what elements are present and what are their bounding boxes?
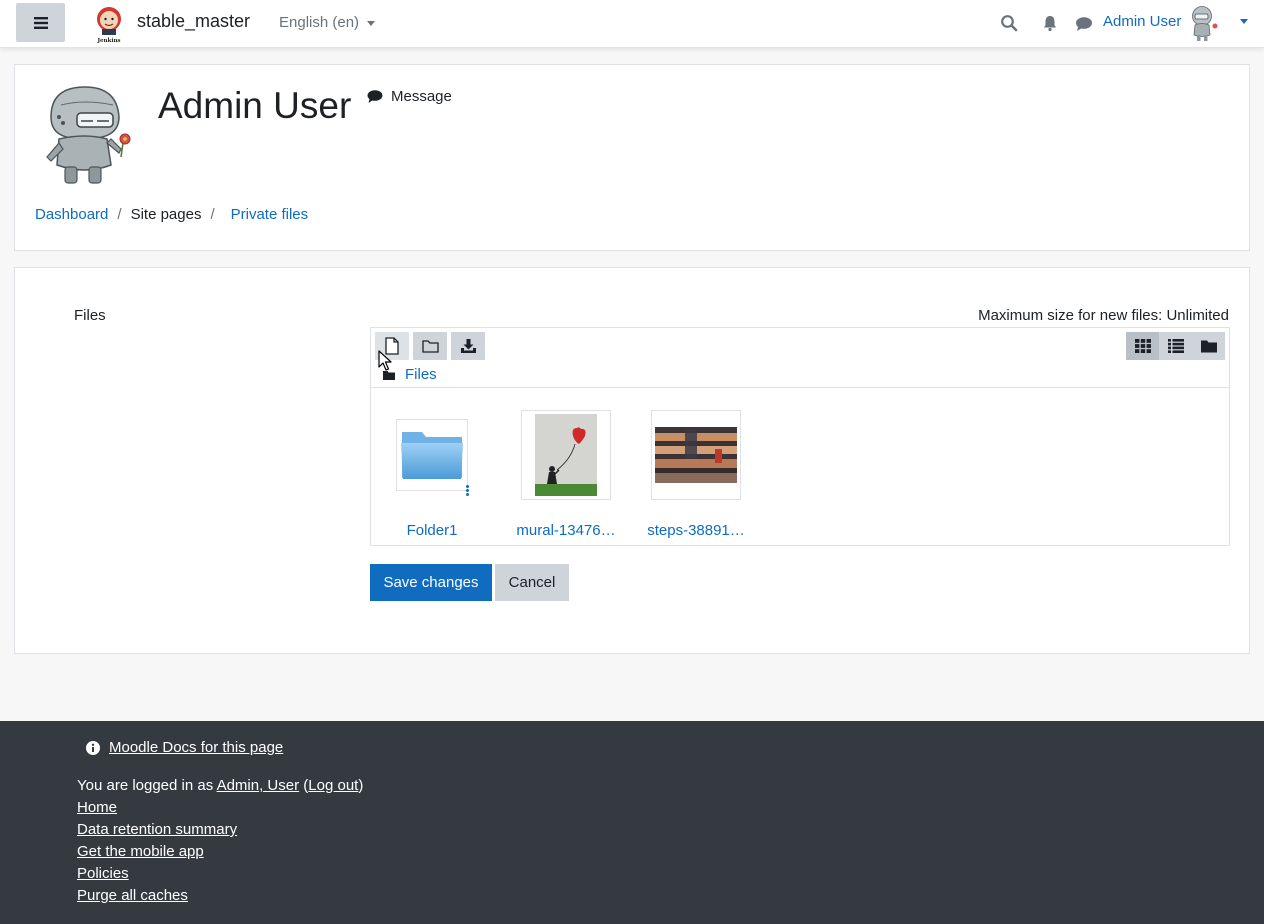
page-title: Admin User <box>158 85 352 126</box>
create-folder-icon <box>421 340 439 353</box>
file-name[interactable]: mural-13476… <box>511 522 621 539</box>
moodle-docs-link[interactable]: Moodle Docs for this page <box>109 739 283 756</box>
user-menu-name[interactable]: Admin User <box>1103 13 1181 30</box>
folder-icon <box>401 432 463 479</box>
login-info: You are logged in as Admin, User (Log ou… <box>77 777 363 794</box>
file-list: Folder1 mural-13476… steps-38891… <box>371 390 1229 545</box>
search-icon[interactable] <box>1000 14 1018 32</box>
file-item-mural[interactable]: mural-13476… <box>511 410 621 539</box>
file-item-steps[interactable]: steps-38891… <box>641 410 751 539</box>
view-switcher <box>1126 332 1225 360</box>
drawer-toggle-button[interactable] <box>16 3 65 42</box>
file-thumbnail[interactable] <box>651 410 741 500</box>
footer-link-data-retention[interactable]: Data retention summary <box>77 821 237 838</box>
user-avatar[interactable] <box>1186 5 1220 42</box>
breadcrumb-private-files[interactable]: Private files <box>231 206 309 223</box>
comment-icon <box>367 90 383 103</box>
max-size-note: Maximum size for new files: Unlimited <box>978 307 1229 324</box>
file-name[interactable]: Folder1 <box>377 522 487 539</box>
docs-line: Moodle Docs for this page <box>86 739 283 756</box>
bars-icon <box>33 16 48 29</box>
language-label: English (en) <box>279 14 360 31</box>
steps-image-thumbnail <box>655 427 737 483</box>
caret-down-icon <box>367 20 376 26</box>
top-navbar: Jenkins stable_master English (en) Admin… <box>0 0 1264 48</box>
files-field-label: Files <box>74 307 106 324</box>
save-changes-button[interactable]: Save changes <box>370 564 492 601</box>
grid-view-icon <box>1134 339 1151 353</box>
comment-icon[interactable] <box>1075 15 1093 33</box>
file-item-folder1[interactable]: Folder1 <box>377 410 487 539</box>
message-label: Message <box>391 88 452 105</box>
file-thumbnail[interactable] <box>521 410 611 500</box>
tree-view-icon <box>1200 340 1217 353</box>
page-footer: Moodle Docs for this page You are logged… <box>0 721 1264 924</box>
page-header: Admin User Message Dashboard / Site page… <box>14 64 1250 251</box>
breadcrumb: Dashboard / Site pages / Private files <box>35 206 308 223</box>
footer-link-purge-caches[interactable]: Purge all caches <box>77 887 188 904</box>
profile-picture <box>46 86 131 184</box>
info-icon <box>86 740 100 755</box>
file-name[interactable]: steps-38891… <box>641 522 751 539</box>
cancel-button[interactable]: Cancel <box>495 564 569 601</box>
bell-icon[interactable] <box>1041 14 1059 32</box>
language-menu[interactable]: English (en) <box>279 14 376 31</box>
mural-image-thumbnail <box>535 414 597 496</box>
main-content: Files Maximum size for new files: Unlimi… <box>14 267 1250 654</box>
footer-link-home[interactable]: Home <box>77 799 117 816</box>
svg-text:Jenkins: Jenkins <box>96 38 120 44</box>
more-options-icon[interactable] <box>466 485 470 497</box>
breadcrumb-separator: / <box>210 206 215 223</box>
logout-link[interactable]: Log out <box>308 777 358 794</box>
paren-open: ( <box>299 777 309 794</box>
breadcrumb-site-pages: Site pages <box>130 206 202 223</box>
create-folder-button[interactable] <box>413 332 447 360</box>
site-name[interactable]: stable_master <box>137 11 250 32</box>
paren-close: ) <box>358 777 364 794</box>
caret-down-icon[interactable] <box>1240 19 1248 24</box>
download-icon <box>460 339 476 353</box>
grid-view-button[interactable] <box>1126 332 1159 360</box>
download-button[interactable] <box>451 332 485 360</box>
list-view-icon <box>1167 339 1184 353</box>
footer-link-policies[interactable]: Policies <box>77 865 129 882</box>
message-button[interactable]: Message <box>367 88 452 105</box>
list-view-button[interactable] <box>1159 332 1192 360</box>
logged-in-prefix: You are logged in as <box>77 777 217 794</box>
path-files-link[interactable]: Files <box>405 366 437 383</box>
file-manager: Files Folder1 mural-13476… steps-38891… <box>370 327 1230 546</box>
breadcrumb-separator: / <box>117 206 122 223</box>
breadcrumb-dashboard[interactable]: Dashboard <box>35 206 108 223</box>
jenkins-logo[interactable]: Jenkins <box>92 4 126 44</box>
file-manager-toolbar: Files <box>371 328 1229 388</box>
footer-link-mobile-app[interactable]: Get the mobile app <box>77 843 204 860</box>
tree-view-button[interactable] <box>1192 332 1225 360</box>
file-thumbnail[interactable] <box>396 419 469 496</box>
profile-link[interactable]: Admin, User <box>217 777 300 794</box>
mouse-cursor-icon <box>378 350 392 371</box>
